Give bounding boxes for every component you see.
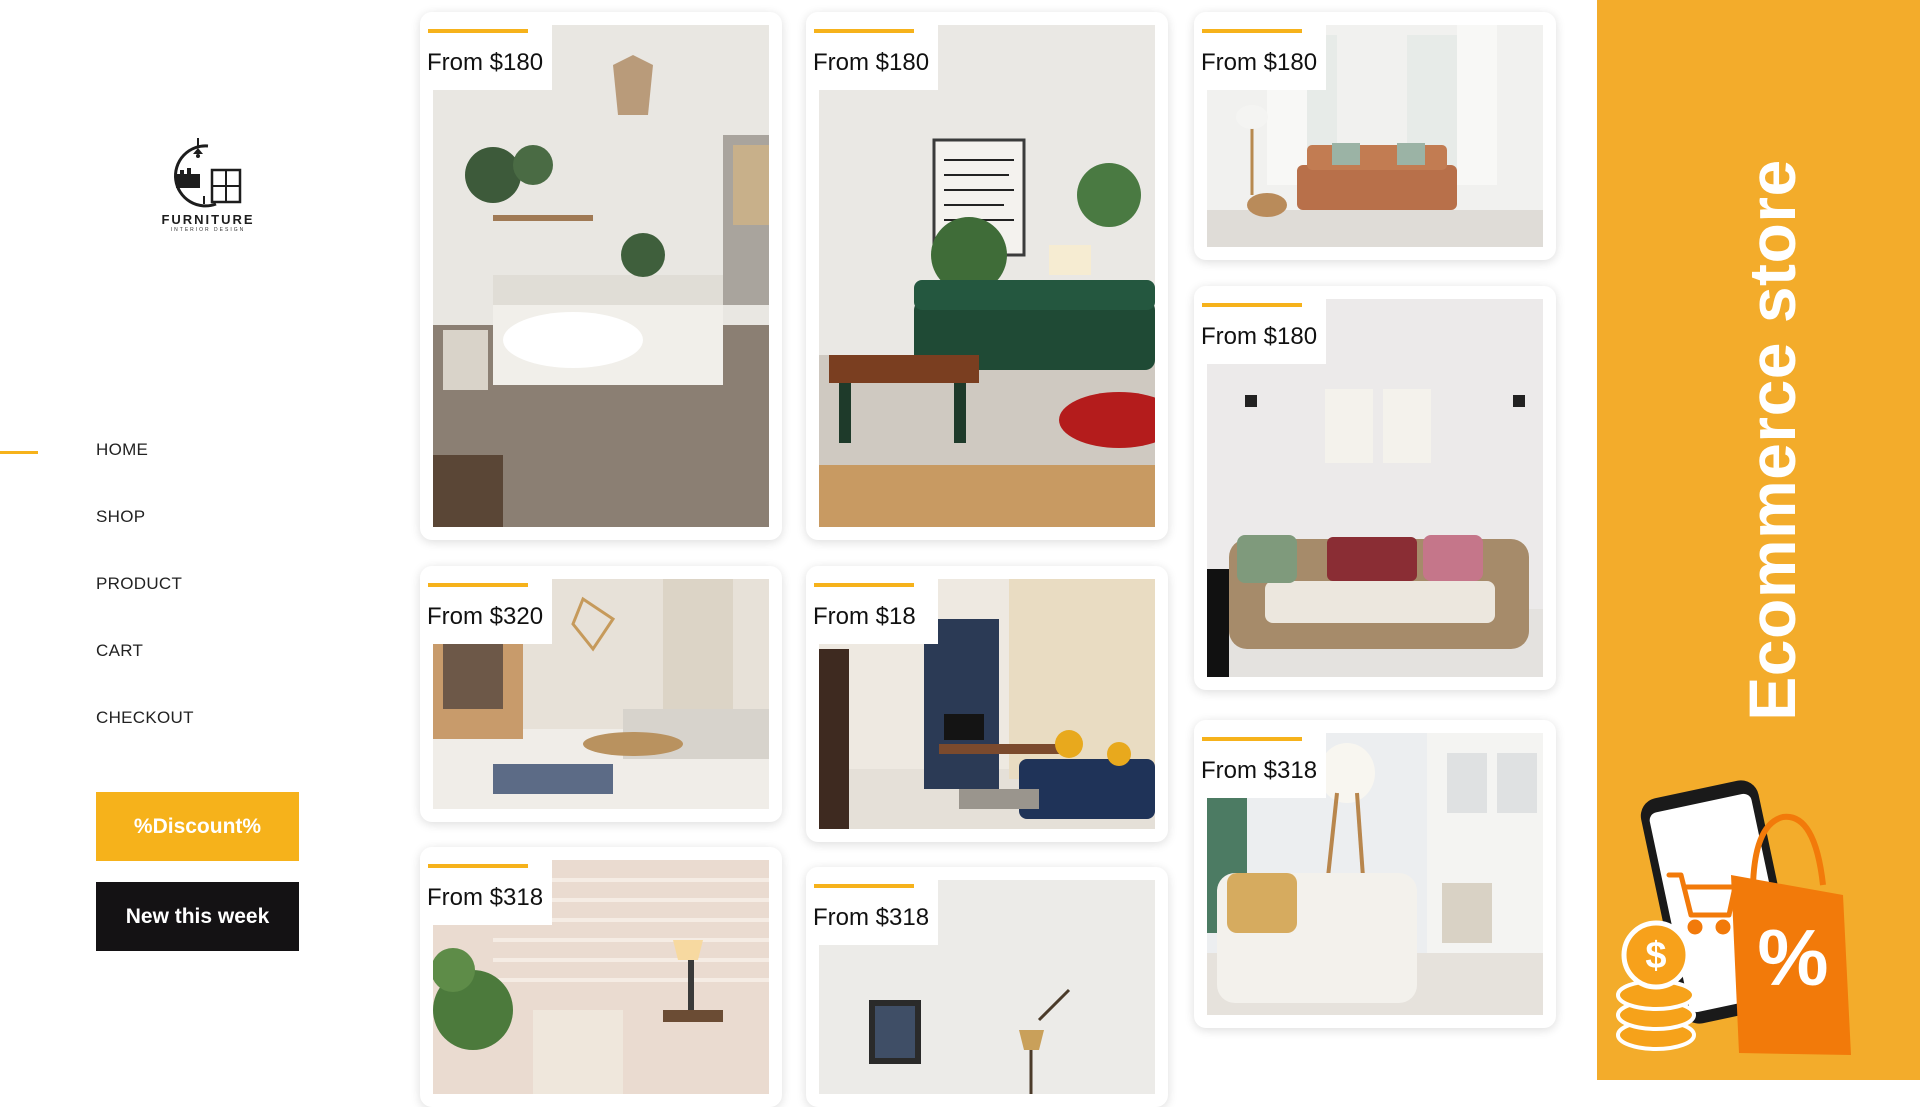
product-card[interactable]: From $180: [806, 12, 1168, 540]
price-label: From $318: [427, 884, 544, 911]
promo-banner: Ecommerce store $ %: [1597, 0, 1920, 1080]
price-tag: From $180: [1194, 286, 1326, 364]
product-card[interactable]: From $318: [1194, 720, 1556, 1028]
price-tag: From $318: [420, 847, 552, 925]
product-card[interactable]: From $180: [1194, 12, 1556, 260]
main-nav: HOME SHOP PRODUCT CART CHECKOUT: [96, 440, 194, 775]
price-label: From $180: [427, 49, 544, 76]
price-accent-bar: [1202, 303, 1302, 307]
price-tag: From $318: [1194, 720, 1326, 798]
bag-percent-symbol: %: [1757, 913, 1828, 1002]
discount-button[interactable]: %Discount%: [96, 792, 299, 861]
product-card[interactable]: From $318: [420, 847, 782, 1107]
product-card[interactable]: From $180: [1194, 286, 1556, 690]
price-tag: From $180: [1194, 12, 1326, 90]
price-accent-bar: [428, 583, 528, 587]
price-label: From $18: [813, 603, 916, 630]
product-card[interactable]: From $18: [806, 566, 1168, 842]
price-label: From $318: [1201, 757, 1318, 784]
price-accent-bar: [428, 29, 528, 33]
product-card[interactable]: From $180: [420, 12, 782, 540]
price-tag: From $318: [806, 867, 938, 945]
price-accent-bar: [1202, 737, 1302, 741]
new-this-week-button[interactable]: New this week: [96, 882, 299, 951]
price-label: From $180: [1201, 49, 1318, 76]
price-accent-bar: [1202, 29, 1302, 33]
product-photo: [433, 25, 769, 527]
furniture-logo-icon: [174, 138, 242, 208]
price-label: From $318: [813, 904, 930, 931]
price-accent-bar: [814, 583, 914, 587]
price-tag: From $180: [420, 12, 552, 90]
price-accent-bar: [814, 29, 914, 33]
price-accent-bar: [814, 884, 914, 888]
banner-title: Ecommerce store: [1735, 159, 1809, 721]
coin-dollar-symbol: $: [1645, 935, 1666, 977]
price-tag: From $180: [806, 12, 938, 90]
price-tag: From $320: [420, 566, 552, 644]
sidebar: FURNITURE INTERIOR DESIGN HOME SHOP PROD…: [0, 0, 400, 1080]
price-label: From $180: [1201, 323, 1318, 350]
active-nav-indicator: [0, 451, 38, 454]
brand-name: FURNITURE: [161, 212, 255, 227]
nav-item-cart[interactable]: CART: [96, 641, 194, 708]
brand-tagline: INTERIOR DESIGN: [170, 227, 246, 233]
price-label: From $320: [427, 603, 544, 630]
product-card[interactable]: From $320: [420, 566, 782, 822]
nav-item-checkout[interactable]: CHECKOUT: [96, 708, 194, 775]
price-label: From $180: [813, 49, 930, 76]
price-tag: From $18: [806, 566, 938, 644]
nav-item-product[interactable]: PRODUCT: [96, 574, 194, 641]
brand-logo[interactable]: FURNITURE INTERIOR DESIGN: [160, 134, 256, 234]
nav-item-home[interactable]: HOME: [96, 440, 194, 507]
nav-item-shop[interactable]: SHOP: [96, 507, 194, 574]
price-accent-bar: [428, 864, 528, 868]
shopping-illustration-icon: $ %: [1616, 780, 1851, 1055]
product-photo: [819, 25, 1155, 527]
product-card[interactable]: From $318: [806, 867, 1168, 1107]
